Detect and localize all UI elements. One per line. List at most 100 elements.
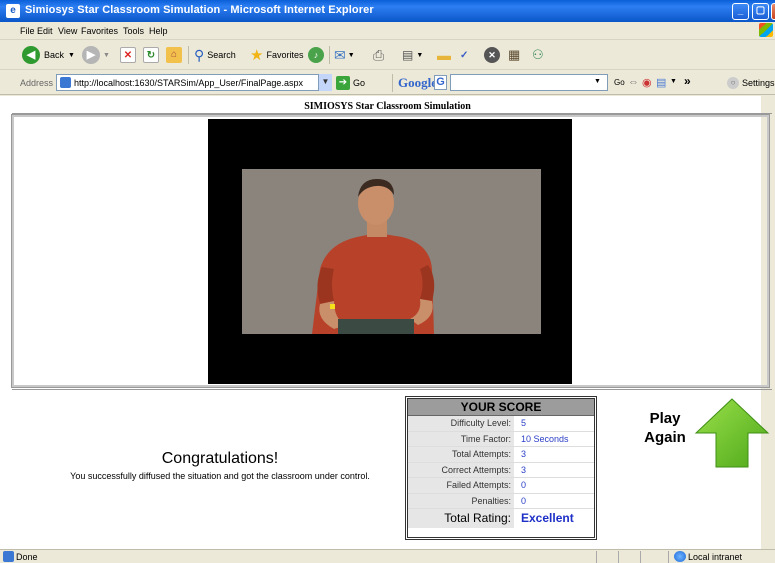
page-content: SIMIOSYS Star Classroom Simulation Congr…: [0, 96, 775, 549]
play-again-button[interactable]: Play Again: [640, 395, 770, 470]
play-again-line2: Again: [644, 429, 686, 446]
media-button[interactable]: ♪: [308, 46, 324, 64]
back-arrow-icon: ◀: [22, 46, 40, 64]
home-button[interactable]: ⌂: [166, 46, 182, 64]
media-icon: ♪: [308, 47, 324, 63]
edit-button[interactable]: ▤ ▼: [402, 46, 423, 64]
go-label: Go: [353, 78, 366, 88]
score-label: Time Factor:: [408, 431, 514, 446]
home-icon: ⌂: [166, 47, 182, 63]
stop-icon: ✕: [120, 47, 136, 63]
block-button[interactable]: ✕: [484, 46, 500, 64]
score-value: 3: [521, 464, 527, 475]
mail-button[interactable]: ✉ ▼: [334, 46, 355, 64]
simulation-video[interactable]: [208, 119, 572, 384]
congratulations-message: Congratulations! You successfully diffus…: [0, 450, 440, 481]
congrats-subtitle: You successfully diffused the situation …: [70, 471, 370, 481]
total-rating-label: Total Rating:: [408, 509, 514, 528]
search-icon: ⚲: [194, 46, 205, 63]
search-label: Search: [207, 50, 236, 60]
student-character-image: [242, 169, 541, 334]
up-arrow-icon: [694, 398, 770, 468]
stop-button[interactable]: ✕: [120, 46, 136, 64]
back-label: Back: [44, 50, 65, 60]
chevron-more-icon[interactable]: »: [684, 74, 691, 88]
address-url[interactable]: http://localhost:1630/STARSim/App_User/F…: [74, 78, 303, 88]
research-icon: ▦: [508, 47, 521, 62]
options-dropdown-icon[interactable]: ▼: [670, 78, 677, 85]
maximize-button[interactable]: ▢: [752, 3, 769, 20]
ie-status-icon: [3, 551, 14, 562]
title-bar[interactable]: e Simiosys Star Classroom Simulation - M…: [0, 0, 775, 22]
score-row: Total Attempts: 3: [408, 447, 594, 463]
score-value: 5: [521, 418, 527, 428]
score-value: 3: [521, 449, 527, 459]
page-title: SIMIOSYS Star Classroom Simulation: [304, 101, 471, 112]
refresh-icon: ↻: [143, 47, 159, 63]
menu-view[interactable]: View: [58, 26, 77, 36]
options-icon[interactable]: ▤: [656, 76, 666, 89]
score-label: Total Attempts:: [408, 447, 514, 462]
google-dropdown-icon[interactable]: ▼: [594, 78, 601, 85]
browser-window: e Simiosys Star Classroom Simulation - M…: [0, 0, 775, 563]
google-g-icon[interactable]: G: [434, 75, 447, 90]
menu-help[interactable]: Help: [149, 26, 168, 36]
security-zone-label: Local intranet: [688, 552, 743, 562]
windows-logo-icon: [759, 23, 773, 37]
google-go-button[interactable]: Go: [614, 78, 625, 87]
forward-dropdown-icon[interactable]: ▼: [103, 52, 110, 59]
total-rating-row: Total Rating: Excellent: [408, 509, 594, 528]
refresh-button[interactable]: ↻: [143, 46, 159, 64]
score-value: 0: [521, 480, 527, 490]
address-dropdown-icon[interactable]: ▼: [318, 74, 332, 91]
classroom-scene: [242, 169, 541, 334]
google-tools-icon[interactable]: ⇔: [628, 76, 639, 88]
popup-blocker-icon[interactable]: ◉: [642, 76, 652, 89]
mail-icon: ✉: [334, 46, 346, 63]
menu-edit[interactable]: Edit: [37, 26, 53, 36]
ie-app-icon: e: [6, 4, 20, 18]
back-dropdown-icon[interactable]: ▼: [68, 52, 75, 59]
go-button[interactable]: ➔ Go: [336, 76, 365, 90]
forward-arrow-icon: ▶: [82, 46, 100, 64]
google-toolbar-logo: Google: [398, 75, 437, 90]
status-text: Done: [16, 552, 38, 562]
go-arrow-icon: ➔: [336, 76, 350, 90]
score-label: Failed Attempts:: [408, 478, 514, 493]
spell-button[interactable]: ✓: [460, 46, 468, 64]
google-search-input[interactable]: [450, 74, 608, 91]
research-button[interactable]: ▦: [508, 46, 520, 64]
menu-favorites[interactable]: Favorites: [81, 26, 118, 36]
close-button[interactable]: [771, 3, 775, 20]
forward-button[interactable]: ▶ ▼: [82, 46, 110, 64]
search-button[interactable]: ⚲ Search: [194, 46, 236, 64]
folder-button[interactable]: ▬: [437, 46, 451, 64]
score-divider: [12, 389, 772, 390]
minimize-button[interactable]: _: [732, 3, 749, 20]
score-row: Penalties: 0: [408, 493, 594, 509]
messenger-icon: ⚇: [532, 47, 544, 62]
settings-button[interactable]: ○ Settings: [727, 77, 775, 89]
back-button[interactable]: ◀ Back ▼: [22, 46, 75, 64]
messenger-button[interactable]: ⚇: [532, 46, 544, 64]
edit-dropdown-icon[interactable]: ▼: [416, 52, 423, 59]
favorites-button[interactable]: ★ Favorites: [250, 46, 303, 64]
folder-icon: ▬: [437, 47, 451, 63]
print-icon: ⎙: [373, 46, 385, 63]
print-button[interactable]: ⎙: [373, 46, 384, 64]
score-row: Failed Attempts: 0: [408, 478, 594, 494]
mail-dropdown-icon[interactable]: ▼: [348, 52, 355, 59]
page-icon: [60, 77, 71, 88]
menu-tools[interactable]: Tools: [123, 26, 144, 36]
play-again-line1: Play: [649, 410, 681, 427]
score-label: Correct Attempts:: [408, 462, 514, 477]
score-label: Penalties:: [408, 493, 514, 508]
settings-icon: ○: [727, 77, 739, 89]
settings-label: Settings: [742, 78, 775, 88]
edit-page-icon: ▤: [402, 48, 414, 62]
address-input[interactable]: http://localhost:1630/STARSim/App_User/F…: [56, 74, 332, 91]
status-bar: Done Local intranet: [0, 549, 775, 563]
menu-bar: File Edit View Favorites Tools Help: [0, 22, 775, 40]
menu-file[interactable]: File: [20, 26, 35, 36]
score-row: Time Factor: 10 Seconds: [408, 431, 594, 447]
